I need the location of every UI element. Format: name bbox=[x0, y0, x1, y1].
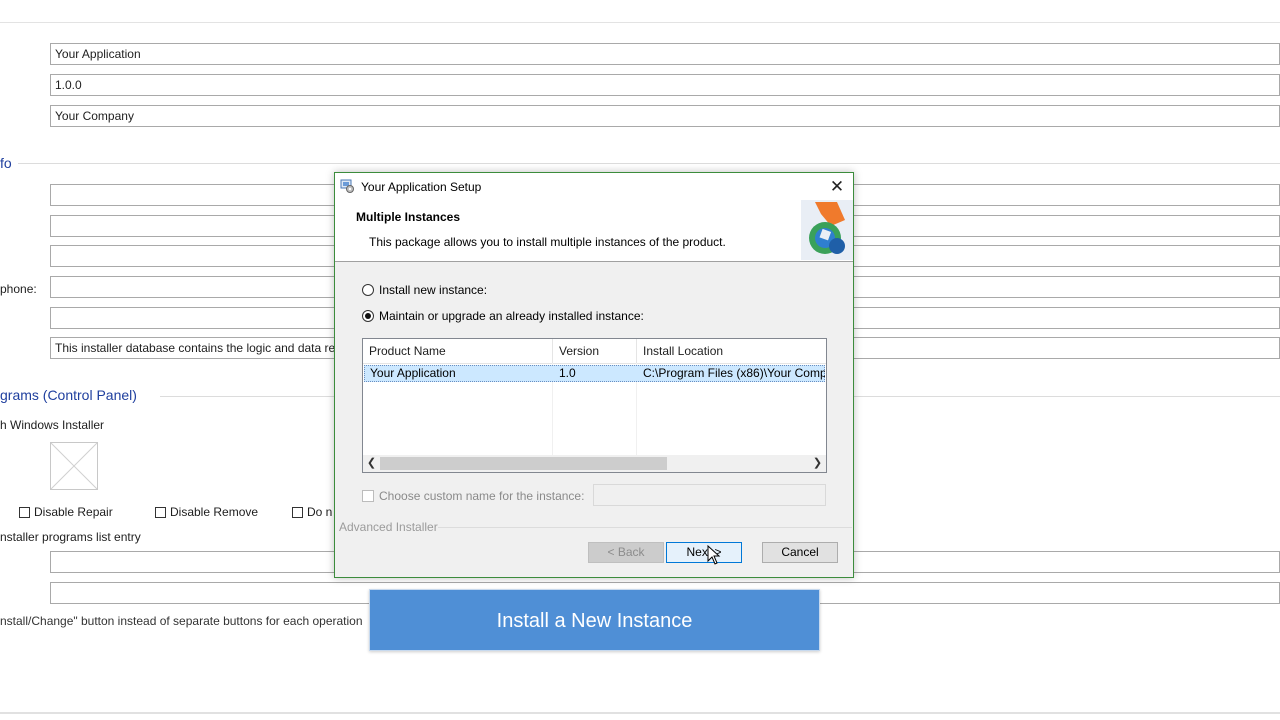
close-button[interactable]: ✕ bbox=[821, 173, 853, 200]
horizontal-scrollbar[interactable]: ❮ ❯ bbox=[363, 455, 826, 472]
disable-remove-label: Disable Remove bbox=[170, 505, 259, 519]
checkbox-box bbox=[155, 507, 166, 518]
scrollbar-thumb[interactable] bbox=[380, 457, 667, 470]
maintain-instance-radio[interactable]: Maintain or upgrade an already installed… bbox=[362, 309, 644, 323]
brand-rule bbox=[438, 527, 852, 528]
disable-repair-checkbox[interactable]: Disable Repair bbox=[19, 505, 113, 519]
dialog-titlebar[interactable]: Your Application Setup ✕ bbox=[335, 173, 853, 200]
cell-product-name: Your Application bbox=[370, 366, 456, 380]
install-new-instance-radio[interactable]: Install new instance: bbox=[362, 283, 487, 297]
product-version-field[interactable]: 1.0.0 bbox=[50, 74, 1280, 96]
dialog-title: Your Application Setup bbox=[361, 180, 482, 194]
disable-remove-checkbox[interactable]: Disable Remove bbox=[155, 505, 258, 519]
column-header-product-name[interactable]: Product Name bbox=[363, 339, 553, 363]
phone-label: phone: bbox=[0, 282, 37, 296]
dialog-header: Multiple Instances This package allows y… bbox=[335, 200, 853, 262]
empty-image-icon bbox=[50, 442, 98, 490]
next-button[interactable]: Next > bbox=[666, 542, 742, 563]
table-row[interactable]: Your Application 1.0 C:\Program Files (x… bbox=[364, 365, 825, 382]
do-not-checkbox[interactable]: Do n bbox=[292, 505, 332, 519]
radio-button bbox=[362, 284, 374, 296]
bottom-rule bbox=[0, 712, 1280, 714]
mouse-cursor-icon bbox=[707, 545, 721, 565]
custom-name-input[interactable] bbox=[593, 484, 826, 506]
top-rule bbox=[0, 22, 1280, 23]
maintain-instance-label: Maintain or upgrade an already installed… bbox=[379, 309, 644, 323]
installer-logo-icon bbox=[801, 200, 853, 260]
radio-button-selected bbox=[362, 310, 374, 322]
section-info-title: fo bbox=[0, 155, 12, 171]
scroll-right-icon[interactable]: ❯ bbox=[809, 455, 826, 472]
icon-placeholder-image[interactable] bbox=[50, 442, 98, 490]
column-header-version[interactable]: Version bbox=[553, 339, 637, 363]
product-name-field[interactable]: Your Application bbox=[50, 43, 1280, 65]
custom-name-checkbox[interactable]: Choose custom name for the instance: bbox=[362, 489, 584, 503]
setup-dialog: Your Application Setup ✕ Multiple Instan… bbox=[334, 172, 854, 578]
single-button-label: nstall/Change" button instead of separat… bbox=[0, 614, 363, 628]
publisher-field[interactable]: Your Company bbox=[50, 105, 1280, 127]
list-header: Product Name Version Install Location bbox=[363, 339, 826, 364]
checkbox-box bbox=[362, 490, 374, 502]
checkbox-box bbox=[292, 507, 303, 518]
cell-version: 1.0 bbox=[559, 366, 576, 380]
disable-repair-label: Disable Repair bbox=[34, 505, 113, 519]
section-programs-title: grams (Control Panel) bbox=[0, 387, 137, 403]
install-new-instance-label: Install new instance: bbox=[379, 283, 488, 297]
close-icon: ✕ bbox=[829, 177, 845, 196]
programs-list-entry-label: nstaller programs list entry bbox=[0, 530, 141, 544]
custom-name-label: Choose custom name for the instance: bbox=[379, 489, 585, 503]
scroll-left-icon[interactable]: ❮ bbox=[363, 455, 380, 472]
column-header-install-location[interactable]: Install Location bbox=[637, 339, 826, 363]
cell-install-location: C:\Program Files (x86)\Your Company bbox=[643, 366, 825, 380]
brand-label: Advanced Installer bbox=[339, 520, 438, 534]
back-button[interactable]: < Back bbox=[588, 542, 664, 563]
header-title: Multiple Instances bbox=[356, 210, 461, 224]
section-info-rule bbox=[18, 163, 1280, 164]
instances-list[interactable]: Product Name Version Install Location Yo… bbox=[362, 338, 827, 473]
setup-app-icon bbox=[340, 179, 354, 193]
header-subtitle: This package allows you to install multi… bbox=[369, 235, 726, 249]
do-not-label: Do n bbox=[307, 505, 333, 519]
checkbox-box bbox=[19, 507, 30, 518]
cancel-button[interactable]: Cancel bbox=[762, 542, 838, 563]
install-new-instance-banner: Install a New Instance bbox=[369, 589, 820, 651]
windows-installer-label: h Windows Installer bbox=[0, 418, 105, 432]
